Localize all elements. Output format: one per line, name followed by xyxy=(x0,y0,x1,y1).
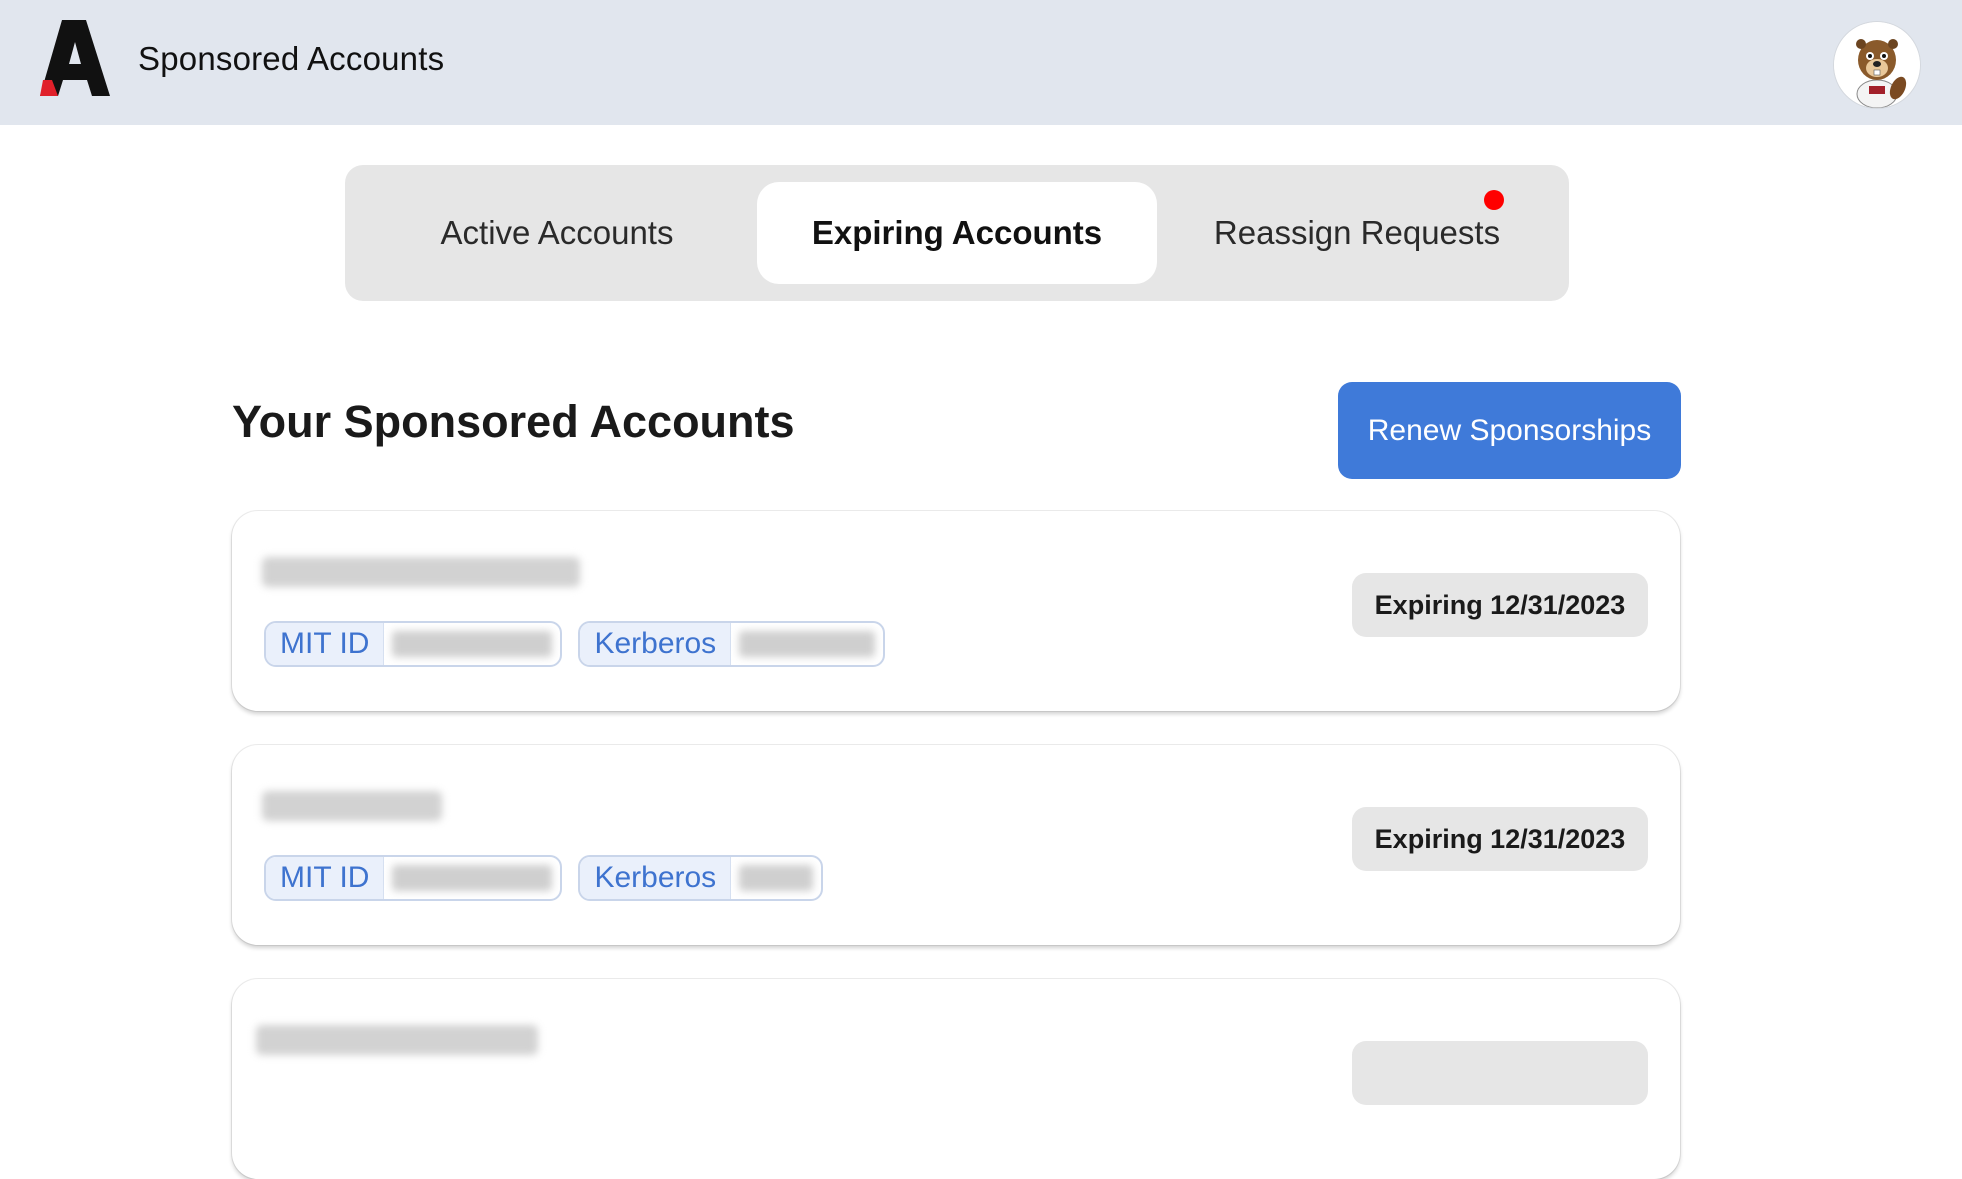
redacted-mit-id xyxy=(384,857,560,899)
status-badge xyxy=(1352,1041,1648,1105)
account-card[interactable]: MIT ID Kerberos Expiring 12/31/2023 xyxy=(232,511,1680,711)
redacted-mit-id xyxy=(384,623,560,665)
redacted-kerberos xyxy=(731,857,821,899)
mit-id-label: MIT ID xyxy=(266,623,385,665)
user-avatar[interactable] xyxy=(1834,22,1920,108)
notification-dot xyxy=(1484,190,1504,210)
kerberos-label: Kerberos xyxy=(580,857,732,899)
redacted-account-name xyxy=(256,1025,538,1055)
mit-id-chip: MIT ID xyxy=(264,855,563,901)
kerberos-chip: Kerberos xyxy=(578,621,886,667)
tab-active-accounts[interactable]: Active Accounts xyxy=(357,182,757,284)
app-header: Sponsored Accounts xyxy=(0,0,1962,125)
app-logo-icon[interactable] xyxy=(40,20,110,96)
account-identifiers: MIT ID Kerberos xyxy=(264,855,824,901)
tab-expiring-accounts[interactable]: Expiring Accounts xyxy=(757,182,1157,284)
kerberos-chip: Kerberos xyxy=(578,855,824,901)
mit-id-chip: MIT ID xyxy=(264,621,563,667)
kerberos-label: Kerberos xyxy=(580,623,732,665)
account-identifiers: MIT ID Kerberos xyxy=(264,621,886,667)
redacted-kerberos xyxy=(731,623,883,665)
redacted-account-name xyxy=(262,557,580,587)
redacted-account-name xyxy=(262,791,442,821)
renew-sponsorships-button[interactable]: Renew Sponsorships xyxy=(1338,382,1681,479)
app-title: Sponsored Accounts xyxy=(138,40,445,77)
account-card[interactable] xyxy=(232,979,1680,1179)
mit-id-label: MIT ID xyxy=(266,857,385,899)
status-badge: Expiring 12/31/2023 xyxy=(1352,807,1648,871)
section-title: Your Sponsored Accounts xyxy=(232,396,795,447)
account-tabs: Active Accounts Expiring Accounts Reassi… xyxy=(345,165,1569,301)
beaver-mascot-icon xyxy=(1834,22,1920,108)
status-badge: Expiring 12/31/2023 xyxy=(1352,573,1648,637)
account-card[interactable]: MIT ID Kerberos Expiring 12/31/2023 xyxy=(232,745,1680,945)
